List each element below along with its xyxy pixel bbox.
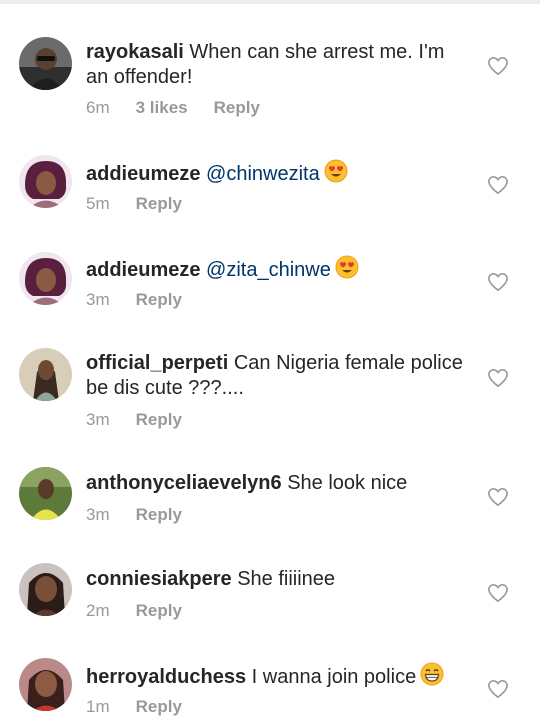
reply-button[interactable]: Reply bbox=[136, 290, 182, 310]
comment-username[interactable]: addieumeze bbox=[86, 163, 200, 185]
comment-meta: 3m Reply bbox=[86, 505, 208, 525]
comment-time: 3m bbox=[86, 410, 110, 429]
comment-time: 2m bbox=[86, 601, 110, 620]
grinning-emoji bbox=[420, 662, 444, 693]
comment-username[interactable]: conniesiakpere bbox=[86, 568, 232, 590]
comment-meta: 6m 3 likes Reply bbox=[86, 98, 286, 118]
comment-username[interactable]: rayokasali bbox=[86, 41, 184, 63]
heart-eyes-emoji bbox=[335, 255, 359, 286]
comment-username[interactable]: herroyalduchess bbox=[86, 666, 246, 688]
comment-text: Can Nigeria female police bbox=[233, 352, 463, 374]
comment-text: I wanna join police bbox=[251, 666, 417, 688]
comment-text-continued: an offender! bbox=[86, 66, 193, 88]
comment-text: When can she arrest me. I'm bbox=[189, 41, 445, 63]
comment-username[interactable]: addieumeze bbox=[86, 259, 200, 281]
reply-button[interactable]: Reply bbox=[136, 194, 182, 214]
comment-time: 3m bbox=[86, 290, 110, 309]
reply-button[interactable]: Reply bbox=[136, 505, 182, 525]
comment-meta: 3m Reply bbox=[86, 410, 208, 430]
comment-username[interactable]: anthonyceliaevelyn6 bbox=[86, 472, 282, 494]
comment-likes[interactable]: 3 likes bbox=[136, 98, 188, 118]
reply-button[interactable]: Reply bbox=[214, 98, 260, 118]
comment-meta: 5m Reply bbox=[86, 194, 208, 214]
avatar[interactable] bbox=[19, 155, 72, 208]
comment-time: 1m bbox=[86, 697, 110, 716]
comment-meta: 3m Reply bbox=[86, 290, 208, 310]
reply-button[interactable]: Reply bbox=[136, 601, 182, 621]
comment-username[interactable]: official_perpeti bbox=[86, 352, 228, 374]
reply-button[interactable]: Reply bbox=[136, 410, 182, 430]
comment-text: She look nice bbox=[287, 472, 408, 494]
heart-outline-icon[interactable] bbox=[487, 56, 509, 76]
comment-meta: 2m Reply bbox=[86, 601, 208, 621]
heart-outline-icon[interactable] bbox=[487, 679, 509, 699]
heart-outline-icon[interactable] bbox=[487, 583, 509, 603]
comment-text: She fiiiinee bbox=[237, 568, 336, 590]
comment-text-continued: be dis cute ???.... bbox=[86, 377, 244, 399]
heart-eyes-emoji bbox=[324, 159, 348, 190]
comment-time: 3m bbox=[86, 505, 110, 524]
mention-link[interactable]: @zita_chinwe bbox=[206, 259, 331, 281]
comment-meta: 1m Reply bbox=[86, 697, 208, 717]
heart-outline-icon[interactable] bbox=[487, 175, 509, 195]
heart-outline-icon[interactable] bbox=[487, 487, 509, 507]
avatar[interactable] bbox=[19, 348, 72, 401]
heart-outline-icon[interactable] bbox=[487, 368, 509, 388]
avatar[interactable] bbox=[19, 37, 72, 90]
avatar[interactable] bbox=[19, 467, 72, 520]
reply-button[interactable]: Reply bbox=[136, 697, 182, 717]
avatar[interactable] bbox=[19, 252, 72, 305]
mention-link[interactable]: @chinwezita bbox=[206, 163, 320, 185]
heart-outline-icon[interactable] bbox=[487, 272, 509, 292]
top-divider bbox=[0, 0, 540, 4]
comment-time: 5m bbox=[86, 194, 110, 213]
avatar[interactable] bbox=[19, 563, 72, 616]
avatar[interactable] bbox=[19, 658, 72, 711]
comment-time: 6m bbox=[86, 98, 110, 117]
